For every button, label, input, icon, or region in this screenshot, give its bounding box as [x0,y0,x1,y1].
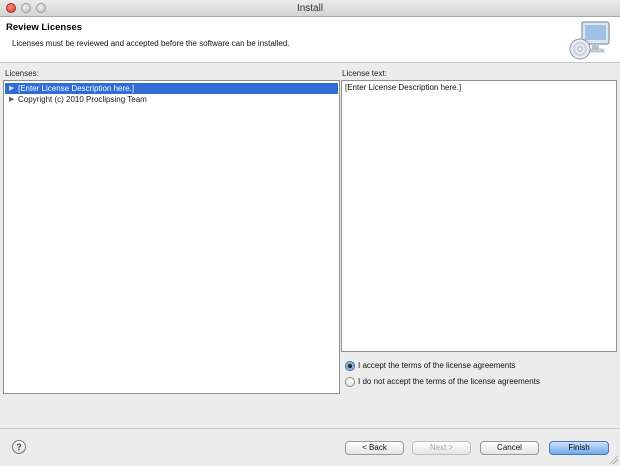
accept-terms-radio[interactable] [345,361,355,371]
page-title: Review Licenses [6,22,83,33]
triangle-right-icon[interactable]: ▶ [9,94,14,105]
license-text-label: License text: [342,69,387,78]
help-icon[interactable]: ? [12,440,26,454]
window-title: Install [296,3,324,14]
license-tree-item[interactable]: ▶ [Enter License Description here.] [5,83,338,94]
finish-button[interactable]: Finish [549,441,609,455]
next-button[interactable]: Next > [412,441,471,455]
licenses-label: Licenses: [5,69,39,78]
accept-terms-label[interactable]: I accept the terms of the license agreem… [358,361,515,370]
resize-grip[interactable] [610,456,618,464]
footer-divider [0,428,620,429]
page-description: Licenses must be reviewed and accepted b… [12,39,290,48]
licenses-tree[interactable]: ▶ [Enter License Description here.] ▶ Co… [3,80,340,394]
wizard-header: Review Licenses Licenses must be reviewe… [0,17,620,63]
cancel-button[interactable]: Cancel [480,441,539,455]
install-cd-monitor-icon [569,21,610,60]
triangle-right-icon[interactable]: ▶ [9,83,14,94]
license-text-area[interactable]: [Enter License Description here.] [341,80,617,352]
license-text-content: [Enter License Description here.] [345,83,462,92]
window-titlebar[interactable]: Install [0,0,620,17]
decline-terms-label[interactable]: I do not accept the terms of the license… [358,377,540,386]
license-tree-item[interactable]: ▶ Copyright (c) 2010 Proclipsing Team [5,94,338,105]
decline-terms-radio[interactable] [345,377,355,387]
back-button[interactable]: < Back [345,441,404,455]
